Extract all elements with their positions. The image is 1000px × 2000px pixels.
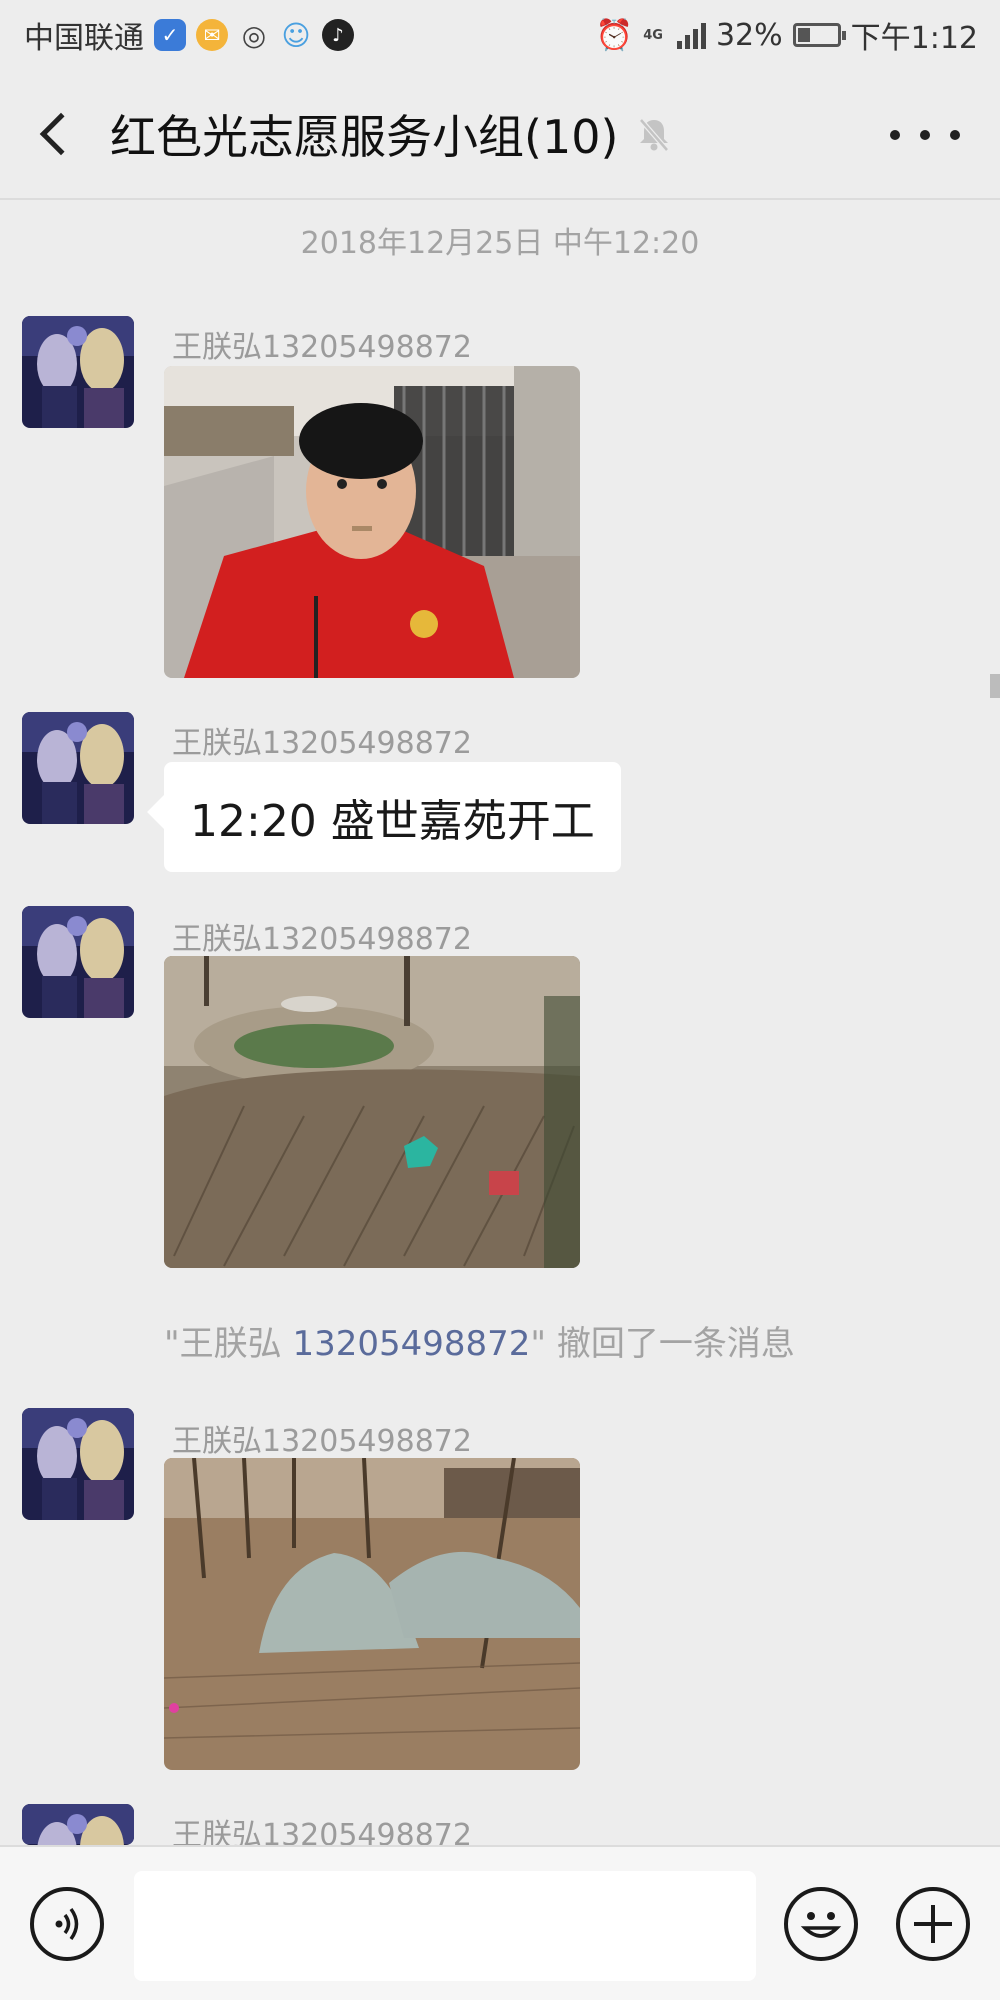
battery-fill <box>797 28 810 42</box>
voice-icon[interactable] <box>30 1887 104 1961</box>
text-bubble[interactable]: 12:20 盛世嘉苑开工 <box>164 762 621 872</box>
avatar[interactable] <box>22 1804 134 1845</box>
sender-name: 王朕弘13205498872 <box>172 330 472 365</box>
emoji-icon[interactable] <box>784 1887 858 1961</box>
message-input[interactable] <box>134 1871 756 1981</box>
shield-icon: ✓ <box>154 19 186 51</box>
mail-icon: ✉ <box>196 19 228 51</box>
chat-header: 红色光志愿服务小组(10) <box>0 70 1000 200</box>
avatar[interactable] <box>22 712 134 824</box>
wechat-icon: ◎ <box>241 18 267 52</box>
tiktok-icon: ♪ <box>322 19 354 51</box>
back-chevron-icon <box>39 112 83 156</box>
avatar[interactable] <box>22 316 134 428</box>
battery-percent: 32% <box>715 17 783 53</box>
recall-notice: "王朕弘 13205498872" 撤回了一条消息 <box>164 1316 795 1365</box>
carrier-label: 中国联通 <box>24 21 144 56</box>
alarm-icon: ⏰ <box>595 17 634 53</box>
chat-timestamp: 2018年12月25日 中午12:20 <box>300 226 700 261</box>
more-dots-icon[interactable] <box>890 110 960 160</box>
sender-name: 王朕弘13205498872 <box>172 922 472 957</box>
status-bar-right: ⏰ 4G 32% 下午1:12 <box>596 13 978 57</box>
mute-bell-icon <box>639 118 670 152</box>
status-bar-left: 中国联通 ✓ ✉ ◎ ☺ ♪ <box>24 13 354 57</box>
clock: 下午1:12 <box>850 21 978 56</box>
status-bar: 中国联通 ✓ ✉ ◎ ☺ ♪ ⏰ 4G 32% 下午1:12 <box>0 0 1000 70</box>
sender-name: 王朕弘13205498872 <box>172 1424 472 1459</box>
recall-suffix: " 撤回了一条消息 <box>530 1324 795 1364</box>
covered-plants-photo[interactable] <box>164 1458 580 1770</box>
scrollbar-thumb[interactable] <box>990 674 1000 698</box>
battery-icon <box>792 23 846 47</box>
plus-icon[interactable] <box>896 1887 970 1961</box>
recall-phone-link[interactable]: 13205498872 <box>292 1324 530 1364</box>
network-type: 4G <box>643 27 663 43</box>
message-text: 12:20 盛世嘉苑开工 <box>190 796 595 847</box>
signal-icon <box>676 21 706 49</box>
back-button[interactable] <box>10 70 100 198</box>
selfie-photo[interactable] <box>164 366 580 678</box>
shrubs-photo[interactable] <box>164 956 580 1268</box>
avatar[interactable] <box>22 1408 134 1520</box>
input-bar <box>0 1845 1000 2000</box>
chat-title[interactable]: 红色光志愿服务小组(10) <box>110 101 618 167</box>
avatar[interactable] <box>22 906 134 1018</box>
sender-name: 王朕弘13205498872 <box>172 726 472 761</box>
recall-prefix: "王朕弘 <box>164 1324 293 1364</box>
pet-icon: ☺ <box>281 18 311 52</box>
